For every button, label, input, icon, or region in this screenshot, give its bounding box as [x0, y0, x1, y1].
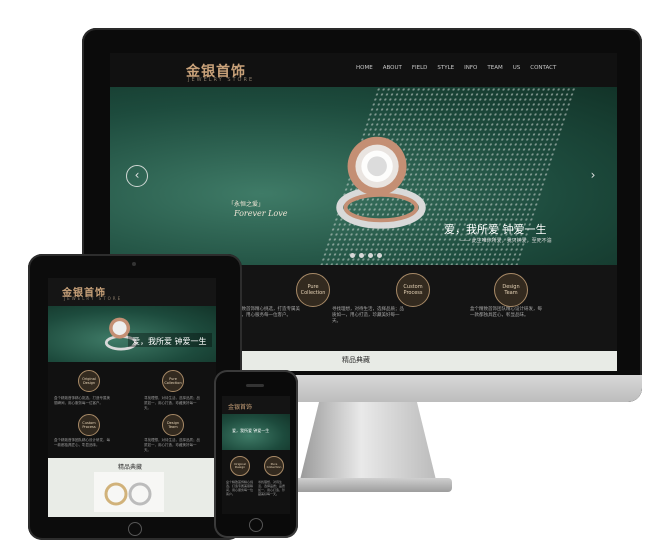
nav-item-home[interactable]: HOME — [356, 65, 373, 71]
phone-speaker — [246, 384, 264, 387]
hero-tagline: 「永恒之爱」 — [228, 201, 265, 208]
phone-logo[interactable]: 金银首饰 — [228, 402, 252, 411]
tablet-feature-custom-process[interactable]: Custom Process — [78, 414, 100, 436]
nav-item-field[interactable]: FIELD — [412, 65, 428, 71]
site-logo-subtitle: JEWELRY STORE — [188, 77, 255, 83]
phone-feature-pure-collection[interactable]: Pure Collection — [264, 456, 284, 476]
tablet-products-title: 精品典藏 — [118, 464, 143, 471]
ring-image — [336, 136, 426, 229]
hero-slogan-sub: —— 此生唯你所爱，我只钟爱，至死不渝 — [460, 238, 552, 244]
feature-icon-design-team[interactable]: Design Team — [494, 273, 528, 307]
hero-slogan: 爱，我所爱 钟爱一生 — [444, 223, 547, 236]
tablet-features: Original Design Pure Collection 盒个精致首饰精心… — [48, 362, 216, 458]
tablet-feature-text: 寻找理想，对待生活，选择品质；品质如一，用心打造，珍藏美好每一天。 — [144, 396, 200, 410]
feature-icon-custom-process[interactable]: Custom Process — [396, 273, 430, 307]
products-title: 精品典藏 — [342, 356, 370, 364]
tablet-logo-subtitle: JEWELRY STORE — [64, 296, 123, 301]
nav-item-about[interactable]: ABOUT — [383, 65, 402, 71]
nav-item-info[interactable]: INFO — [464, 65, 477, 71]
nav-item-team[interactable]: TEAM — [487, 65, 502, 71]
tablet-feature-text: 盒个精致首饰精心挑选，打造专属美丽瞬间，用心服务每一位客户。 — [54, 396, 110, 405]
phone-slogan: 爱，我所爱 钟爱一生 — [232, 428, 270, 433]
slider-dot[interactable] — [377, 253, 382, 258]
phone-feature-original-design[interactable]: Original Design — [230, 456, 250, 476]
tablet-screen: 金银首饰 JEWELRY STORE 爱，我所爱 钟爱一生 Original D… — [48, 278, 216, 517]
tablet-feature-text: 盒个精致首饰团队精心设计研发，每一款都独具匠心，彰显品味。 — [54, 438, 110, 447]
slider-dot[interactable] — [350, 253, 355, 258]
slider-next-arrow[interactable]: › — [582, 165, 604, 187]
product-image[interactable] — [94, 472, 164, 512]
tablet-feature-pure-collection[interactable]: Pure Collection — [162, 370, 184, 392]
slider-dots — [350, 253, 382, 258]
tablet-camera — [132, 262, 136, 266]
monitor-stand-base — [286, 478, 452, 492]
hero-banner: ‹ › 「永恒之爱」 Forever Love 爱，我所爱 钟爱一生 —— 此生… — [110, 87, 617, 265]
nav-item-us[interactable]: US — [513, 65, 521, 71]
nav-item-contact[interactable]: CONTACT — [530, 65, 556, 71]
phone-home-button — [249, 518, 263, 532]
hero-tagline-en: Forever Love — [234, 209, 288, 218]
phone-feature-text: 寻找理想，对待生活，选择品质；品质如一，用心打造，珍藏美好每一天。 — [258, 480, 286, 496]
phone-features: Original Design Pure Collection 盒个精致首饰精心… — [222, 450, 290, 514]
slider-prev-arrow[interactable]: ‹ — [126, 165, 148, 187]
tablet-home-button — [128, 522, 142, 536]
nav-menu: HOME ABOUT FIELD STYLE INFO TEAM US CONT… — [356, 65, 556, 71]
feature-text: 寻找理想，对待生活，选择品质；品质如一，用心打造，珍藏美好每一天。 — [332, 307, 404, 324]
tablet-feature-design-team[interactable]: Design Team — [162, 414, 184, 436]
tablet-products-section: 精品典藏 — [48, 458, 216, 517]
slider-dot[interactable] — [359, 253, 364, 258]
monitor-stand — [300, 402, 436, 480]
slider-dot[interactable] — [368, 253, 373, 258]
tablet-feature-text: 寻找理想，对待生活，选择品质；品质如一，用心打造，珍藏美好每一天。 — [144, 438, 200, 452]
nav-item-style[interactable]: STYLE — [437, 65, 454, 71]
feature-text: 盒个精致首饰团队精心设计研发，每一款都独具匠心，彰显品味。 — [470, 307, 542, 318]
tablet-feature-original-design[interactable]: Original Design — [78, 370, 100, 392]
phone-hero-banner: 爱，我所爱 钟爱一生 — [222, 414, 290, 450]
phone-feature-text: 盒个精致首饰精心挑选，打造专属美丽瞬间，用心服务每一位客户。 — [226, 480, 254, 496]
tablet-slogan: 爱，我所爱 钟爱一生 — [132, 337, 207, 346]
feature-icon-pure-collection[interactable]: Pure Collection — [296, 273, 330, 307]
top-navbar: 金银首饰 JEWELRY STORE HOME ABOUT FIELD STYL… — [110, 53, 617, 87]
phone-screen: 金银首饰 爱，我所爱 钟爱一生 Original Design Pure Col… — [222, 396, 290, 514]
